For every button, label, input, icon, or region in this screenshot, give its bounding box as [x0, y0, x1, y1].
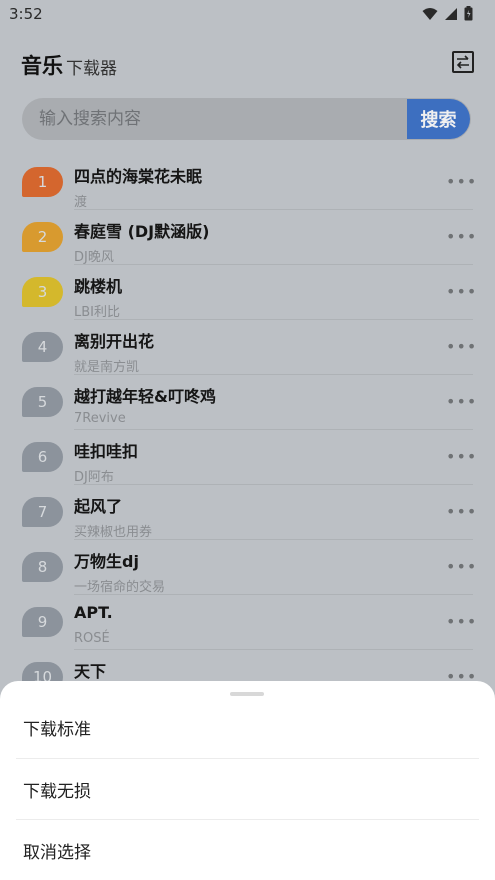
song-artist: ROSÉ [74, 631, 110, 646]
more-icon[interactable]: ••• [446, 282, 476, 302]
wifi-icon [422, 7, 438, 20]
song-artist: 7Revive [74, 411, 126, 426]
song-artist: 买辣椒也用券 [74, 525, 153, 540]
song-artist: DJ阿布 [74, 470, 114, 485]
app-subtitle: 下载器 [66, 59, 117, 79]
rank-badge: 9 [22, 607, 63, 637]
song-title: 越打越年轻&叮咚鸡 [74, 387, 216, 406]
song-artist: LBI利比 [74, 305, 120, 320]
download-standard-option[interactable]: 下载标准 [0, 697, 495, 758]
rank-badge: 2 [22, 222, 63, 252]
list-item[interactable]: 4 离别开出花 就是南方凯 ••• [0, 320, 495, 375]
rank-badge: 6 [22, 442, 63, 472]
song-title: 春庭雪 (DJ默涵版) [74, 222, 210, 241]
more-icon[interactable]: ••• [446, 502, 476, 522]
song-title: 四点的海棠花未眠 [74, 167, 203, 186]
search-bar: 搜索 [22, 98, 471, 140]
list-item[interactable]: 5 越打越年轻&叮咚鸡 7Revive ••• [0, 375, 495, 430]
song-artist: DJ晚风 [74, 250, 114, 265]
rank-badge: 8 [22, 552, 63, 582]
rank-badge: 1 [22, 167, 63, 197]
more-icon[interactable]: ••• [446, 172, 476, 192]
more-icon[interactable]: ••• [446, 612, 476, 632]
search-input[interactable] [22, 98, 407, 140]
more-icon[interactable]: ••• [446, 392, 476, 412]
list-item[interactable]: 7 起风了 买辣椒也用券 ••• [0, 485, 495, 540]
song-artist: 渡 [74, 195, 88, 210]
more-icon[interactable]: ••• [446, 557, 476, 577]
song-title: 跳楼机 [74, 277, 123, 296]
song-title: 离别开出花 [74, 332, 155, 351]
search-button[interactable]: 搜索 [407, 99, 470, 139]
list-item[interactable]: 9 APT. ROSÉ ••• [0, 595, 495, 650]
rank-badge: 5 [22, 387, 63, 417]
song-title: 万物生dj [74, 552, 139, 571]
signal-icon [445, 7, 457, 20]
list-item[interactable]: 6 哇扣哇扣 DJ阿布 ••• [0, 430, 495, 485]
more-icon[interactable]: ••• [446, 337, 476, 357]
swap-icon[interactable] [452, 51, 474, 73]
status-icons [422, 6, 473, 21]
song-title: 起风了 [74, 497, 123, 516]
app-header: 音乐 下载器 [0, 44, 495, 84]
rank-badge: 7 [22, 497, 63, 527]
battery-icon [464, 6, 473, 21]
list-item[interactable]: 8 万物生dj 一场宿命的交易 ••• [0, 540, 495, 595]
more-icon[interactable]: ••• [446, 227, 476, 247]
song-title: APT. [74, 603, 113, 622]
download-options-sheet: 下载标准 下载无损 取消选择 [0, 681, 495, 880]
song-artist: 就是南方凯 [74, 360, 140, 375]
download-lossless-option[interactable]: 下载无损 [0, 759, 495, 820]
list-item[interactable]: 3 跳楼机 LBI利比 ••• [0, 265, 495, 320]
app-title: 音乐 [21, 54, 63, 78]
rank-badge: 3 [22, 277, 63, 307]
drag-handle[interactable] [230, 692, 264, 696]
list-item[interactable]: 2 春庭雪 (DJ默涵版) DJ晚风 ••• [0, 210, 495, 265]
rank-badge: 4 [22, 332, 63, 362]
list-item[interactable]: 1 四点的海棠花未眠 渡 ••• [0, 155, 495, 210]
status-time: 3:52 [9, 5, 43, 23]
cancel-selection-option[interactable]: 取消选择 [0, 820, 495, 880]
more-icon[interactable]: ••• [446, 447, 476, 467]
status-bar: 3:52 [0, 0, 495, 28]
song-artist: 一场宿命的交易 [74, 580, 166, 595]
song-title: 哇扣哇扣 [74, 442, 139, 461]
song-title: 天下 [74, 662, 107, 681]
